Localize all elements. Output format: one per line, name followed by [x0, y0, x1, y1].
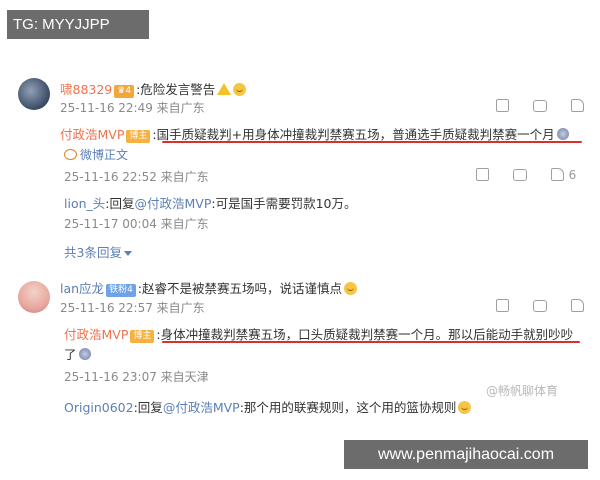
warning-icon [217, 83, 232, 95]
author-badge: 博主 [130, 330, 155, 343]
comment-icon[interactable] [512, 169, 527, 181]
red-underline [162, 141, 582, 143]
username[interactable]: Origin0602 [64, 400, 134, 415]
comment-text-continuation: 了 [64, 344, 91, 363]
like-icon[interactable] [570, 99, 584, 112]
share-icon[interactable] [496, 299, 509, 312]
laugh-emoji-icon [458, 401, 472, 414]
comment-meta: 25-11-16 22:49 来自广东 [60, 101, 205, 115]
like-icon[interactable] [570, 299, 584, 312]
comment-icon[interactable] [532, 100, 547, 112]
screenshot-frame: TG: MYYJJPP 啸88329 ♛4:危险发言警告 25-11-16 22:… [0, 0, 600, 480]
username[interactable]: lan应龙 [60, 281, 104, 296]
cry-emoji-icon [344, 282, 358, 295]
comment-actions [496, 99, 584, 113]
red-underline [162, 341, 580, 343]
reply-header: Origin0602:回复@付政浩MVP:那个用的联赛规则，这个用的篮协规则 [64, 397, 472, 416]
share-icon[interactable] [476, 168, 489, 181]
like-icon[interactable] [550, 168, 564, 181]
weibo-post-link[interactable]: 微博正文 [64, 146, 128, 163]
comment-meta: 25-11-16 22:52 来自广东 [64, 170, 209, 184]
comment-actions: 6 [476, 168, 576, 182]
avatar[interactable] [18, 78, 50, 110]
comment-meta: 25-11-16 23:07 来自天津 [64, 370, 209, 384]
expand-replies-link[interactable]: 共3条回复 [64, 242, 132, 261]
avatar[interactable] [18, 281, 50, 313]
like-count: 6 [568, 168, 577, 182]
comment-text: 国手质疑裁判+用身体冲撞裁判禁赛五场，普通选手质疑裁判禁赛一个月 [156, 127, 555, 142]
comment-header: 啸88329 ♛4:危险发言警告 [60, 79, 247, 98]
username[interactable]: 付政浩MVP [64, 327, 128, 342]
weibo-icon [64, 149, 77, 160]
comment-actions [496, 299, 584, 313]
comment-header: lan应龙 铁粉4:赵睿不是被禁赛五场吗，说话谨慎点 [60, 278, 358, 297]
chevron-down-icon [123, 251, 132, 256]
avatar-sticker-icon [78, 348, 91, 360]
comment-text: 危险发言警告 [140, 82, 216, 97]
comment-text: 身体冲撞裁判禁赛五场，口头质疑裁判禁赛一个月。那以后能动手就别吵吵 [160, 327, 574, 342]
comment-text: 赵睿不是被禁赛五场吗，说话谨慎点 [142, 281, 343, 296]
overlay-tag: TG: MYYJJPP [7, 10, 149, 39]
avatar-sticker-icon [556, 128, 569, 140]
username[interactable]: 付政浩MVP [60, 127, 124, 142]
username[interactable]: 啸88329 [60, 82, 112, 97]
vip-badge: ♛4 [114, 85, 135, 98]
comment-text: :可是国手需要罚款10万。 [211, 196, 357, 211]
comment-text: :那个用的联赛规则，这个用的篮协规则 [239, 400, 457, 415]
comment-meta: 25-11-16 22:57 来自广东 [60, 301, 205, 315]
fan-level-badge: 铁粉4 [106, 284, 136, 297]
brand-watermark: @畅帆聊体育 [486, 384, 559, 398]
comment-icon[interactable] [532, 300, 547, 312]
author-badge: 博主 [126, 130, 151, 143]
mention-link[interactable]: @付政浩MVP [135, 196, 212, 211]
share-icon[interactable] [496, 99, 509, 112]
comment-meta: 25-11-17 00:04 来自广东 [64, 217, 209, 231]
overlay-watermark-url: www.penmajihaocai.com [344, 440, 588, 469]
laugh-emoji-icon [233, 83, 247, 96]
reply-header: lion_头:回复@付政浩MVP:可是国手需要罚款10万。 [64, 196, 357, 211]
username[interactable]: lion_头 [64, 196, 105, 211]
mention-link[interactable]: @付政浩MVP [163, 400, 240, 415]
